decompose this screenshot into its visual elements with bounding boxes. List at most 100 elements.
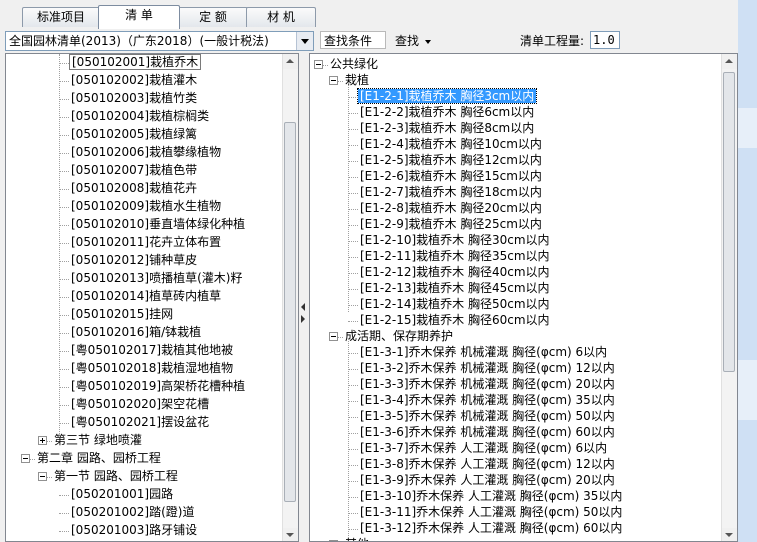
- tree-item-label: [E1-3-7]乔木保养 人工灌溉 胸径(φcm) 6以内: [360, 441, 608, 455]
- tree-item[interactable]: [粤050102017]栽植其他地被: [69, 342, 235, 360]
- tree-item[interactable]: [050201001]园路: [69, 486, 175, 504]
- tree-item-label: [050102002]栽植灌木: [71, 73, 198, 87]
- tree-item-label: [E1-2-1]栽植乔木 胸径3cm以内: [356, 88, 538, 104]
- tree-item-label: [E1-2-3]栽植乔木 胸径8cm以内: [360, 121, 535, 135]
- scroll-thumb[interactable]: [723, 72, 735, 372]
- tree-item[interactable]: [粤050102018]栽植湿地植物: [69, 360, 235, 378]
- collapse-icon[interactable]: [21, 454, 30, 463]
- tree-connector: [348, 225, 358, 226]
- tree-item-label: [E1-3-8]乔木保养 人工灌溉 胸径(φcm) 12以内: [360, 457, 615, 471]
- tree-connector: [59, 117, 69, 118]
- scroll-down-button[interactable]: [283, 528, 298, 541]
- tree-item-label: [粤050102021]摆设盆花: [71, 415, 210, 429]
- tree-connector: [348, 481, 358, 482]
- tree-node[interactable]: 第二章 园路、园桥工程: [35, 450, 163, 468]
- tree-connector: [348, 353, 358, 354]
- library-select-value: 全国园林清单(2013)（广东2018）(一般计税法): [9, 34, 269, 48]
- tree-item-label: 第二章 园路、园桥工程: [37, 451, 161, 465]
- tab-bill-of-quantities[interactable]: 清 单: [98, 5, 180, 29]
- quota-tree-panel: 公共绿化 栽植 [E1-2-1]栽植乔木 胸径3cm以内 [E1-2-2]栽植乔木 胸…: [309, 53, 738, 542]
- tree-item[interactable]: [050102007]栽植色带: [69, 162, 199, 180]
- collapse-icon[interactable]: [314, 60, 323, 69]
- tree-item-label: [E1-3-1]乔木保养 机械灌溉 胸径(φcm) 6以内: [360, 345, 608, 359]
- tree-connector: [348, 369, 358, 370]
- tree-connector: [348, 465, 358, 466]
- tree-connector: [348, 417, 358, 418]
- scroll-up-button[interactable]: [283, 54, 298, 69]
- tree-item[interactable]: [E1-3-12]乔木保养 人工灌溉 胸径(φcm) 60以内: [358, 520, 624, 538]
- scroll-up-button[interactable]: [722, 54, 737, 69]
- quantity-input[interactable]: [590, 31, 620, 49]
- expand-icon[interactable]: [38, 436, 47, 445]
- tree-item[interactable]: [050201002]踏(蹬)道: [69, 504, 196, 522]
- tab-materials[interactable]: 材 机: [246, 7, 316, 27]
- tree-item-label: [050102011]花卉立体布置: [71, 235, 222, 249]
- tree-item-label: [粤050102019]高架桥花槽种植: [71, 379, 246, 393]
- tree-node[interactable]: 第三节 绿地喷灌: [52, 432, 144, 450]
- tree-item[interactable]: [050102001]栽植乔木: [69, 54, 202, 72]
- toolbar: 全国园林清单(2013)（广东2018）(一般计税法) 查找条件 查找 清单工程…: [0, 28, 738, 53]
- tree-item-label: [E1-3-3]乔木保养 机械灌溉 胸径(φcm) 20以内: [360, 377, 615, 391]
- tree-connector: [59, 153, 69, 154]
- tree-item[interactable]: [050201003]路牙铺设: [69, 522, 199, 540]
- tree-item[interactable]: [050102014]植草砖内植草: [69, 288, 223, 306]
- tree-connector: [348, 177, 358, 178]
- tree-connector: [348, 257, 358, 258]
- tree-item-label: [E1-2-7]栽植乔木 胸径18cm以内: [360, 185, 542, 199]
- tree-item-label: [050102006]栽植攀缘植物: [71, 145, 222, 159]
- tree-item[interactable]: [050102011]花卉立体布置: [69, 234, 223, 252]
- tree-item[interactable]: [粤050102020]架空花槽: [69, 396, 211, 414]
- collapse-icon[interactable]: [329, 332, 338, 341]
- tree-item-label: [E1-2-11]栽植乔木 胸径35cm以内: [360, 249, 550, 263]
- tree-connector: [348, 145, 358, 146]
- tree-item[interactable]: [050102008]栽植花卉: [69, 180, 199, 198]
- find-button[interactable]: 查找: [395, 32, 432, 50]
- tree-item[interactable]: [050102010]垂直墙体绿化种植: [69, 216, 247, 234]
- tree-item[interactable]: [050102009]栽植水生植物: [69, 198, 223, 216]
- tree-connector: [59, 225, 69, 226]
- left-scrollbar[interactable]: [282, 54, 298, 541]
- tree-item[interactable]: [粤050102021]摆设盆花: [69, 414, 211, 432]
- tree-connector: [59, 243, 69, 244]
- right-scrollbar[interactable]: [721, 54, 737, 541]
- tab-standard-items[interactable]: 标准项目: [22, 7, 100, 27]
- tree-item-label: [粤050102020]架空花槽: [71, 397, 210, 411]
- arrow-down-icon: [286, 533, 294, 537]
- arrow-up-icon: [725, 59, 733, 63]
- chevron-down-icon[interactable]: [296, 32, 313, 50]
- tree-item-label: [E1-3-4]乔木保养 机械灌溉 胸径(φcm) 35以内: [360, 393, 615, 407]
- library-select[interactable]: 全国园林清单(2013)（广东2018）(一般计税法): [5, 31, 314, 51]
- find-condition-button[interactable]: 查找条件: [320, 31, 386, 49]
- tree-item[interactable]: [050102016]箱/钵栽植: [69, 324, 203, 342]
- tree-guide-line: [59, 54, 60, 434]
- tree-item[interactable]: [050102012]铺种草皮: [69, 252, 199, 270]
- tree-connector: [59, 405, 69, 406]
- scroll-thumb[interactable]: [284, 122, 296, 502]
- tab-quota[interactable]: 定 额: [178, 7, 248, 27]
- caret-down-icon: [425, 39, 432, 44]
- tree-connector: [348, 161, 358, 162]
- collapse-left-icon[interactable]: [301, 303, 305, 311]
- collapse-icon[interactable]: [38, 472, 47, 481]
- tree-connector: [59, 171, 69, 172]
- collapse-right-icon[interactable]: [301, 315, 305, 323]
- tree-node[interactable]: 第一节 园路、园桥工程: [52, 468, 180, 486]
- tree-item[interactable]: [粤050102019]高架桥花槽种植: [69, 378, 247, 396]
- scroll-down-button[interactable]: [722, 528, 737, 541]
- tree-item[interactable]: [050102015]挂网: [69, 306, 175, 324]
- pane-splitter[interactable]: [299, 53, 309, 542]
- tree-connector: [59, 531, 69, 532]
- tree-item-label: [050201002]踏(蹬)道: [71, 505, 195, 519]
- tree-item[interactable]: [050102004]栽植棕榈类: [69, 108, 211, 126]
- collapse-icon[interactable]: [329, 76, 338, 85]
- tree-item[interactable]: [050102002]栽植灌木: [69, 72, 199, 90]
- tree-connector: [348, 449, 358, 450]
- tree-item-label: [050102009]栽植水生植物: [71, 199, 222, 213]
- tree-item[interactable]: [050102003]栽植竹类: [69, 90, 199, 108]
- tree-item[interactable]: [050102005]栽植绿篱: [69, 126, 199, 144]
- tree-connector: [348, 513, 358, 514]
- tree-connector: [59, 423, 69, 424]
- tree-item[interactable]: [050102013]喷播植草(灌木)籽: [69, 270, 244, 288]
- tree-item[interactable]: [050102006]栽植攀缘植物: [69, 144, 223, 162]
- tree-connector: [59, 369, 69, 370]
